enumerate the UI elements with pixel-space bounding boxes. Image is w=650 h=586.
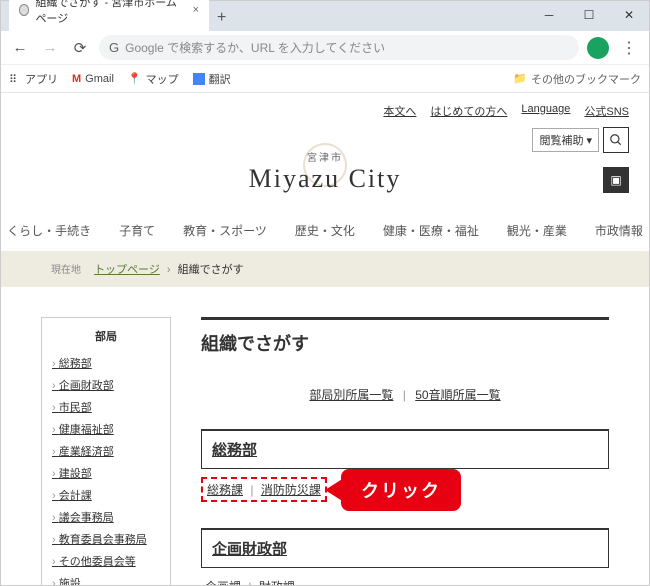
nav-rekishi[interactable]: 歴史・文化: [295, 222, 355, 239]
main-nav: くらし・手続き 子育て 教育・スポーツ 歴史・文化 健康・医療・福祉 観光・産業…: [1, 210, 649, 251]
nav-kurashi[interactable]: くらし・手続き: [7, 222, 91, 239]
skip-to-content-link[interactable]: 本文へ: [383, 103, 416, 119]
dept-soumu: 総務部 総務課 | 消防防災課: [201, 429, 609, 510]
browser-tab[interactable]: 組織でさがす - 宮津市ホームページ ×: [9, 0, 209, 31]
breadcrumb: 現在地 トップページ › 組織でさがす: [1, 251, 649, 287]
sidebar-title: 部局: [52, 328, 160, 344]
window-close-button[interactable]: ✕: [609, 1, 649, 29]
forward-button[interactable]: →: [39, 39, 61, 56]
browser-titlebar: 組織でさがす - 宮津市ホームページ × + ─ ☐ ✕: [1, 1, 649, 31]
logo-subtitle: 宮津市: [1, 149, 649, 164]
sidebar-item-kaikei[interactable]: 会計課: [52, 484, 160, 506]
address-bar: ← → ⟳ G Google で検索するか、URL を入力してください ⋮: [1, 31, 649, 65]
bookmarks-bar: ⠿アプリ MGmail 📍マップ 翻訳 📁その他のブックマーク: [1, 65, 649, 93]
list-type-links: 部局別所属一覧 | 50音順所属一覧: [201, 386, 609, 403]
main-content: 組織でさがす 部局別所属一覧 | 50音順所属一覧 総務部 総務課 |: [201, 317, 609, 585]
sidebar-item-kikaku[interactable]: 企画財政部: [52, 374, 160, 396]
dept-kikaku: 企画財政部 企画課 | 財政課: [201, 528, 609, 585]
new-tab-button[interactable]: +: [209, 5, 234, 31]
gmail-icon: M: [72, 73, 81, 85]
browser-menu-icon[interactable]: ⋮: [617, 38, 641, 58]
dept-soumu-title[interactable]: 総務部: [201, 429, 609, 469]
nav-kanko[interactable]: 観光・産業: [507, 222, 567, 239]
breadcrumb-top-link[interactable]: トップページ: [94, 264, 160, 276]
logo-main: Miyazu City: [1, 164, 649, 194]
utility-nav: 本文へ はじめての方へ Language 公式SNS: [1, 93, 649, 125]
link-soumuka[interactable]: 総務課: [207, 483, 243, 497]
url-input[interactable]: G Google で検索するか、URL を入力してください: [99, 35, 579, 60]
highlight-target: 総務課 | 消防防災課: [201, 477, 327, 502]
maps-icon: 📍: [128, 72, 142, 85]
sidebar-item-kenkofukushi[interactable]: 健康福祉部: [52, 418, 160, 440]
sidebar-item-gikai[interactable]: 議会事務局: [52, 506, 160, 528]
tab-title: 組織でさがす - 宮津市ホームページ: [35, 0, 182, 26]
sidebar-item-soumu[interactable]: 総務部: [52, 352, 160, 374]
sidebar-item-sangyo[interactable]: 産業経済部: [52, 440, 160, 462]
bookmark-gmail[interactable]: MGmail: [72, 73, 114, 85]
sidebar-item-kensetsu[interactable]: 建設部: [52, 462, 160, 484]
language-link[interactable]: Language: [521, 103, 570, 119]
url-placeholder: Google で検索するか、URL を入力してください: [125, 39, 385, 56]
link-zaiseika[interactable]: 財政課: [259, 580, 295, 585]
dept-kikaku-title[interactable]: 企画財政部: [201, 528, 609, 568]
link-shobobosai[interactable]: 消防防災課: [261, 483, 321, 497]
page-title: 組織でさがす: [201, 317, 609, 356]
official-sns-link[interactable]: 公式SNS: [584, 103, 629, 119]
apps-shortcut[interactable]: ⠿アプリ: [9, 71, 58, 87]
sidebar-item-shisetsu[interactable]: 施設: [52, 572, 160, 585]
folder-icon: 📁: [513, 72, 527, 85]
sidebar: 部局 総務部 企画財政部 市民部 健康福祉部 産業経済部 建設部 会計課 議会事…: [41, 317, 171, 585]
window-maximize-button[interactable]: ☐: [569, 1, 609, 29]
nav-kyoiku[interactable]: 教育・スポーツ: [183, 222, 267, 239]
breadcrumb-current: 組織でさがす: [178, 264, 244, 276]
nav-shisei[interactable]: 市政情報: [595, 222, 643, 239]
gojuon-list-link[interactable]: 50音順所属一覧: [415, 388, 500, 402]
nav-kosodate[interactable]: 子育て: [119, 222, 155, 239]
nav-kenko[interactable]: 健康・医療・福祉: [383, 222, 479, 239]
back-button[interactable]: ←: [9, 39, 31, 56]
site-logo[interactable]: 宮津市 Miyazu City: [1, 125, 649, 210]
window-minimize-button[interactable]: ─: [529, 1, 569, 29]
translate-icon: [193, 73, 205, 85]
page-viewport[interactable]: 本文へ はじめての方へ Language 公式SNS 閲覧補助▾ ▣ 宮津市 M…: [1, 93, 649, 585]
sidebar-item-shimin[interactable]: 市民部: [52, 396, 160, 418]
reload-button[interactable]: ⟳: [69, 39, 91, 57]
bukyoku-list-link[interactable]: 部局別所属一覧: [309, 388, 393, 402]
breadcrumb-label: 現在地: [51, 265, 81, 276]
profile-avatar[interactable]: [587, 37, 609, 59]
sidebar-item-kyoiku-iinkai[interactable]: 教育委員会事務局: [52, 528, 160, 550]
other-bookmarks[interactable]: 📁その他のブックマーク: [513, 71, 641, 87]
tab-close-icon[interactable]: ×: [193, 4, 199, 16]
apps-icon: ⠿: [9, 73, 21, 85]
tab-favicon: [19, 4, 29, 16]
sidebar-item-sonota[interactable]: その他委員会等: [52, 550, 160, 572]
search-icon: G: [109, 40, 119, 55]
bookmark-translate[interactable]: 翻訳: [193, 71, 231, 87]
bookmark-maps[interactable]: 📍マップ: [128, 71, 179, 87]
first-time-link[interactable]: はじめての方へ: [430, 103, 507, 119]
link-kikakuka[interactable]: 企画課: [205, 580, 241, 585]
